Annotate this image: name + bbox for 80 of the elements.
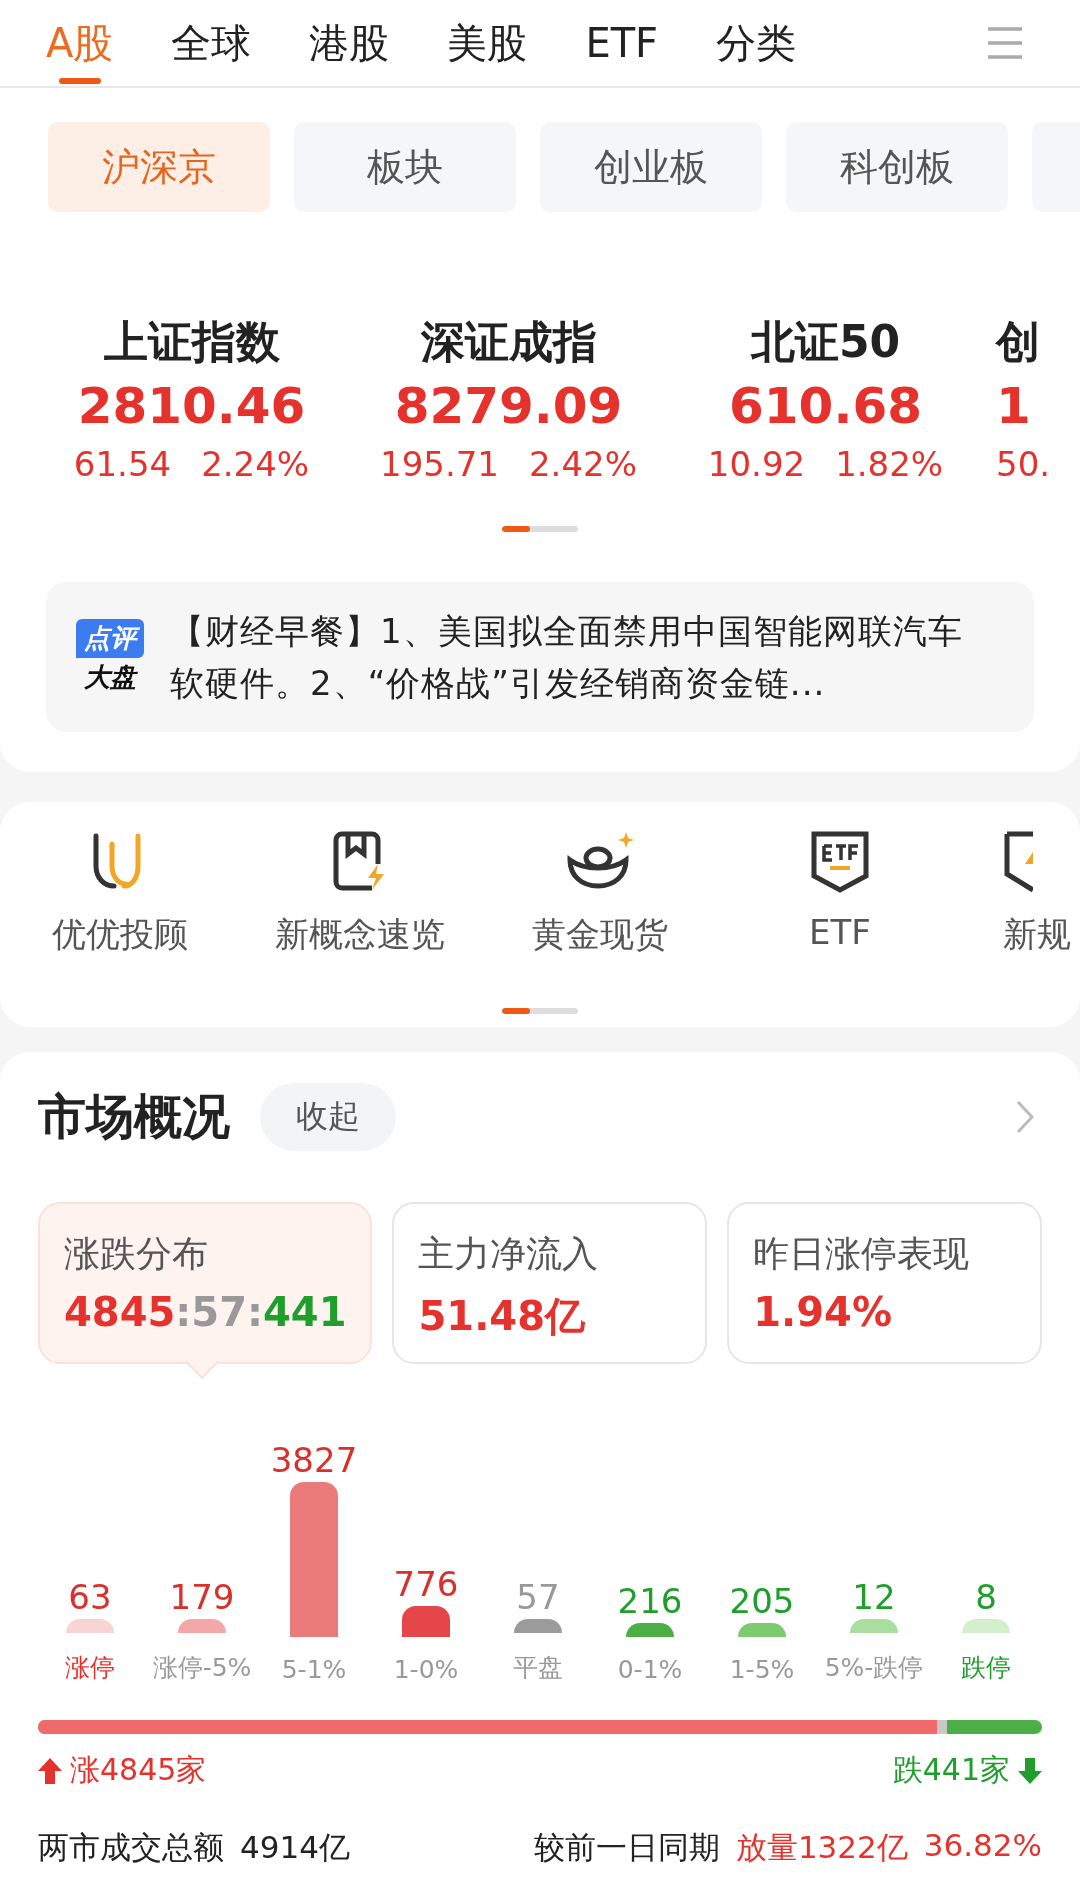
decline-count: 跌441家 <box>892 1751 1010 1789</box>
stat-label: 昨日涨停表现 <box>753 1232 971 1276</box>
index-name: 上证指数 <box>103 315 280 369</box>
shortcut-item[interactable]: 新规 <box>960 830 1080 990</box>
bucket-label: 5-1% <box>281 1655 347 1684</box>
news-card[interactable]: 点评 大盘 【财经早餐】1、美国拟全面禁用中国智能网联汽车软硬件。2、“价格战”引发经销商资金链... <box>46 582 1034 732</box>
index-change: 61.54 <box>73 443 172 486</box>
shortcut-label: 优优投顾 <box>52 913 188 956</box>
index-change: 10.92 <box>707 443 806 486</box>
bucket-label: 5%-跌停 <box>824 1652 924 1684</box>
shield-icon <box>1003 830 1033 894</box>
arrow-up-icon <box>38 1757 62 1784</box>
turnover-label: 两市成交总额 <box>38 1828 224 1867</box>
bucket-label: 跌停 <box>961 1652 1011 1684</box>
stat-card[interactable]: 主力净流入 51.48亿 <box>392 1202 708 1364</box>
index-name: 深证成指 <box>420 315 597 369</box>
news-badge-caption: 大盘 <box>84 661 136 694</box>
arrow-down-icon <box>1018 1757 1042 1784</box>
bucket-label: 涨停 <box>65 1652 115 1684</box>
etf-shield-icon <box>810 830 870 894</box>
bucket-count: 179 <box>169 1576 235 1619</box>
stat-value: 4845 <box>64 1289 176 1335</box>
index-name: 创 <box>996 315 1040 369</box>
menu-icon[interactable] <box>986 26 1024 60</box>
exchange-tab[interactable]: 板块 <box>294 122 516 212</box>
exchange-tab[interactable]: 创业板 <box>540 122 762 212</box>
index-value: 2810.46 <box>77 376 306 437</box>
bucket-count: 8 <box>975 1576 997 1619</box>
bucket-count: 57 <box>516 1576 560 1619</box>
advance-count: 涨4845家 <box>70 1751 207 1789</box>
news-badge: 点评 <box>76 619 144 658</box>
bucket-count: 63 <box>68 1576 112 1619</box>
collapse-button[interactable]: 收起 <box>260 1083 396 1151</box>
shortcut-item[interactable]: 黄金现货 <box>480 830 720 990</box>
index-change: 50. <box>996 443 1051 486</box>
index-name: 北证50 <box>750 315 901 369</box>
index-value: 8279.09 <box>394 376 623 437</box>
market-tab[interactable]: 港股 <box>309 0 390 86</box>
stat-card[interactable]: 昨日涨停表现 1.94% <box>727 1202 1042 1364</box>
bucket-count: 216 <box>617 1580 683 1623</box>
bucket-label: 1-5% <box>729 1655 795 1684</box>
market-tab[interactable]: ETF <box>585 0 659 86</box>
shortcut-item[interactable]: 新概念速览 <box>240 830 480 990</box>
stat-value: 1.94% <box>753 1289 893 1335</box>
index-value: 610.68 <box>729 376 922 437</box>
stat-value: 51.48亿 <box>418 1292 585 1341</box>
bucket-label: 1-0% <box>393 1655 459 1684</box>
bucket-count: 205 <box>729 1580 795 1623</box>
compare-value: 放量1322亿 <box>735 1828 908 1867</box>
index-change: 195.71 <box>380 443 499 486</box>
compare-percent: 36.82% <box>923 1827 1042 1865</box>
turnover-value: 4914亿 <box>240 1828 350 1867</box>
shortcut-item[interactable]: 优优投顾 <box>0 830 240 990</box>
stat-value: 441 <box>263 1289 347 1335</box>
compare-label: 较前一日同期 <box>533 1828 720 1867</box>
market-tab[interactable]: 美股 <box>447 0 528 86</box>
exchange-tab[interactable]: 科创板 <box>786 122 1008 212</box>
bucket-label: 平盘 <box>513 1652 563 1684</box>
index-percent: 2.42% <box>528 443 637 486</box>
section-title: 市场概况 <box>38 1087 230 1146</box>
bucket-label: 0-1% <box>617 1655 683 1684</box>
bucket-count: 12 <box>852 1576 896 1619</box>
shortcut-label: 黄金现货 <box>532 913 668 956</box>
shortcut-label: ETF <box>809 912 871 952</box>
stat-value: :57: <box>175 1289 263 1335</box>
chevron-right-icon[interactable] <box>1016 1100 1034 1134</box>
market-tab[interactable]: 分类 <box>716 0 797 86</box>
index-percent: 1.82% <box>835 443 944 486</box>
market-tab[interactable]: 全球 <box>171 0 252 86</box>
news-headline: 【财经早餐】1、美国拟全面禁用中国智能网联汽车软硬件。2、“价格战”引发经销商资金链... <box>170 610 964 705</box>
bucket-label: 涨停-5% <box>152 1652 252 1684</box>
bucket-count: 776 <box>393 1562 459 1606</box>
index-value: 1 <box>996 376 1031 437</box>
shortcut-label: 新概念速览 <box>275 913 445 956</box>
bucket-count: 3827 <box>270 1439 358 1482</box>
shortcut-item[interactable]: ETF <box>720 830 960 990</box>
shortcut-label: 新规 <box>1003 913 1071 956</box>
stat-label: 涨跌分布 <box>64 1232 209 1276</box>
index-percent: 2.24% <box>201 443 310 486</box>
stat-label: 主力净流入 <box>418 1232 600 1276</box>
